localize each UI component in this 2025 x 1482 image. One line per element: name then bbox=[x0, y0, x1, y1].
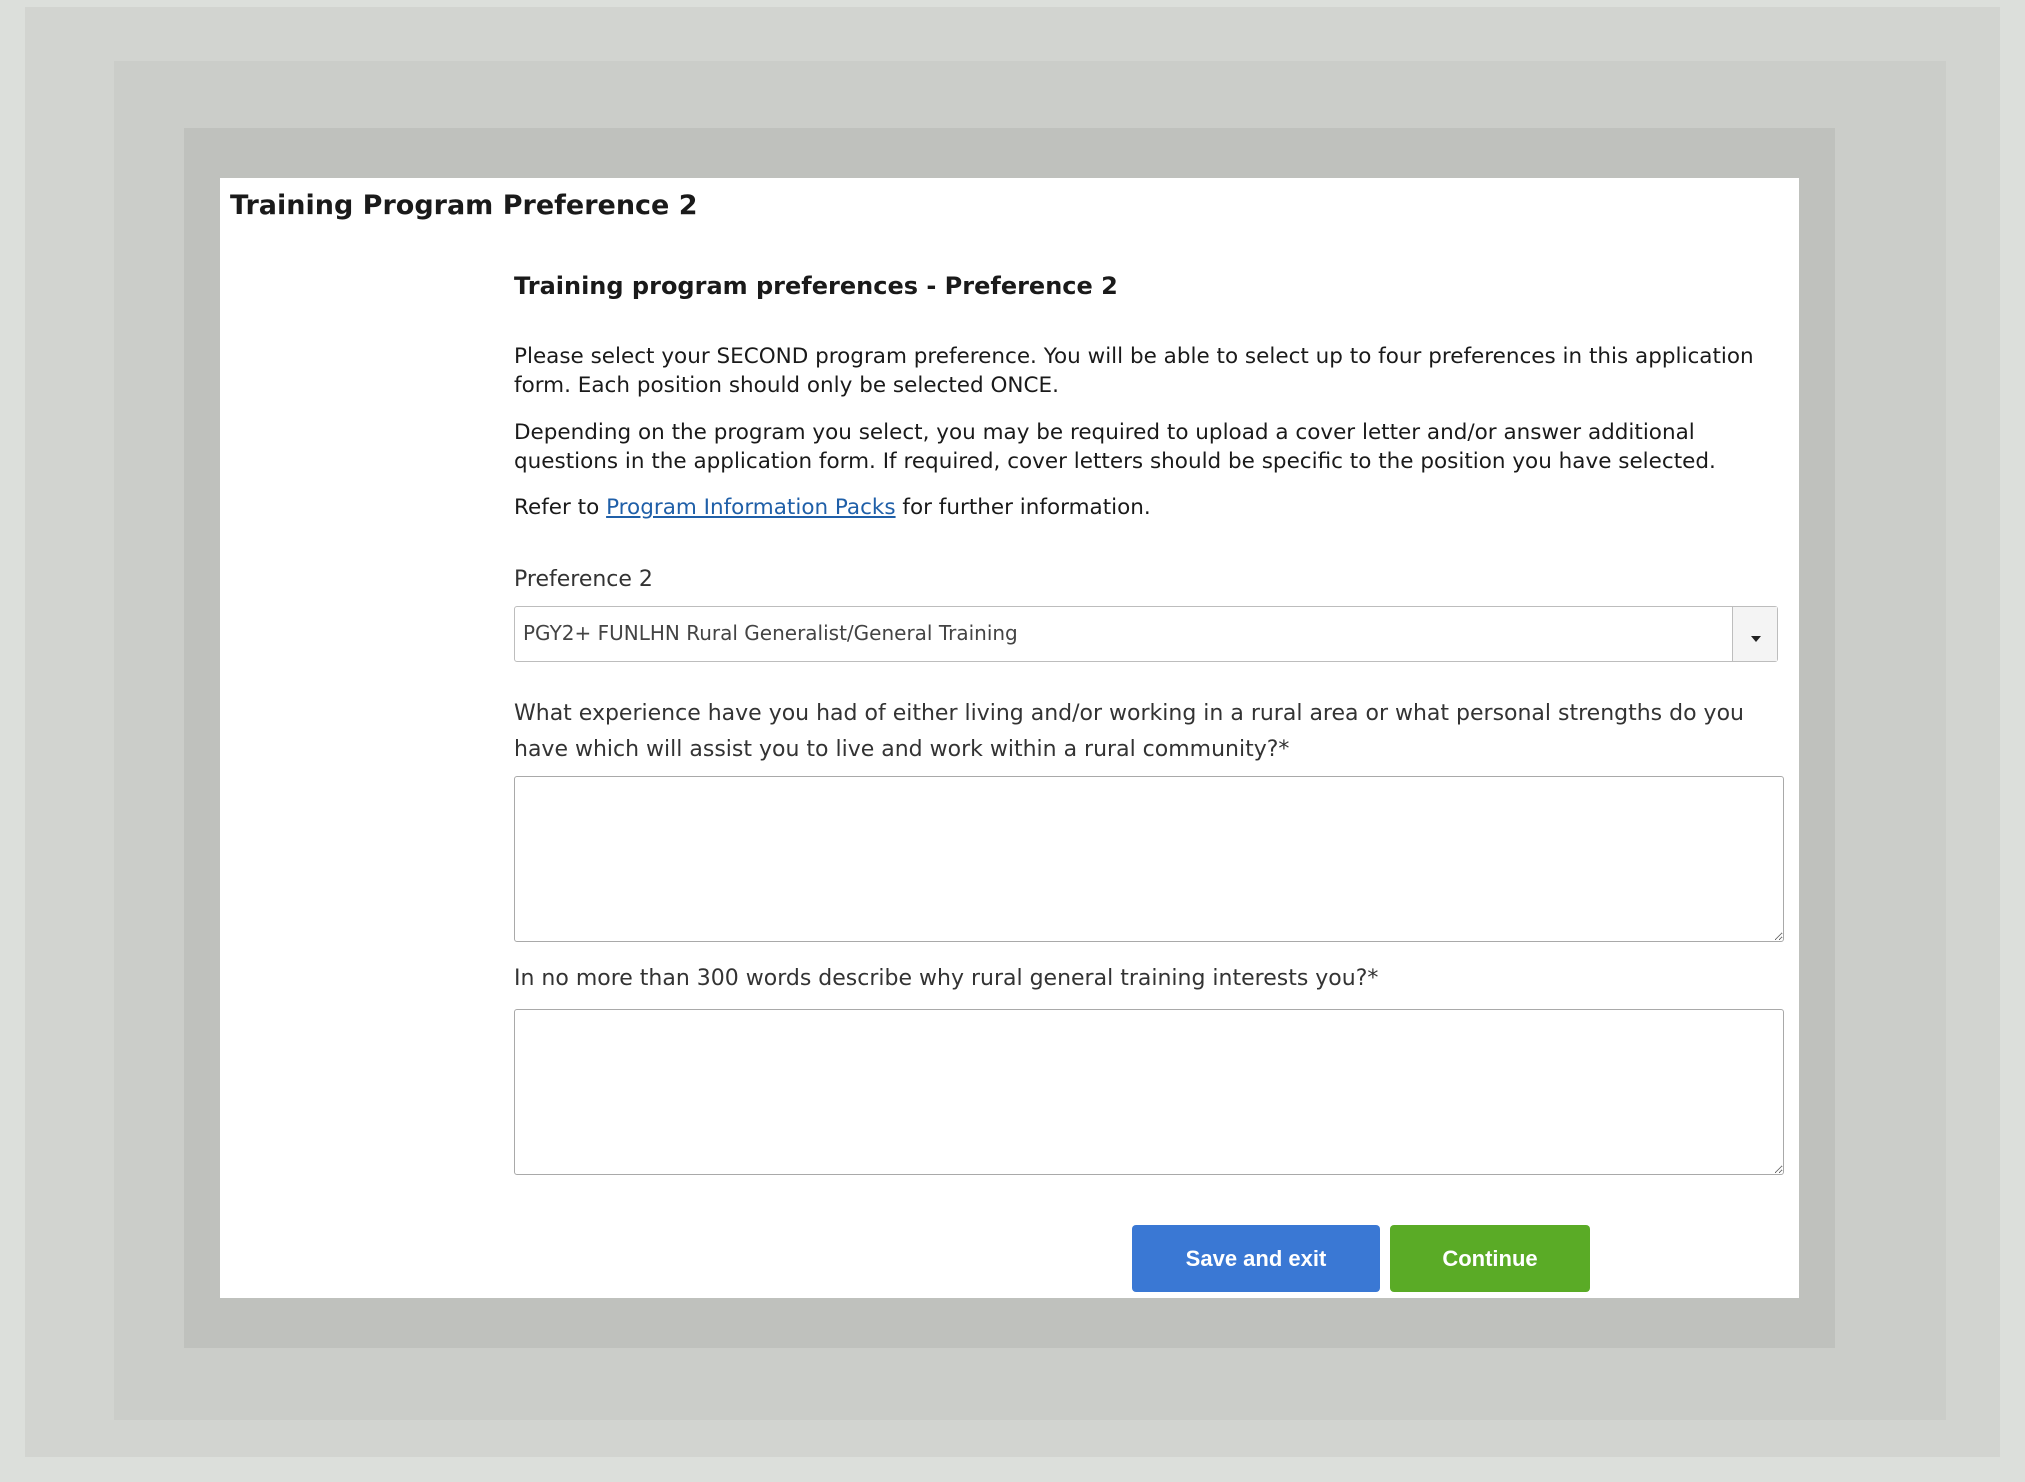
question-2-label: In no more than 300 words describe why r… bbox=[514, 966, 1379, 991]
refer-prefix: Refer to bbox=[514, 495, 607, 520]
chevron-down-icon bbox=[1751, 636, 1761, 642]
dropdown-toggle[interactable] bbox=[1732, 607, 1777, 661]
program-information-packs-link[interactable]: Program Information Packs bbox=[606, 495, 895, 520]
continue-button[interactable]: Continue bbox=[1390, 1225, 1590, 1292]
save-and-exit-button[interactable]: Save and exit bbox=[1132, 1225, 1380, 1292]
refer-paragraph: Refer to Program Information Packs for f… bbox=[514, 493, 1789, 522]
instructions-paragraph-2: Depending on the program you select, you… bbox=[514, 420, 1716, 474]
question-1-label: What experience have you had of either l… bbox=[514, 701, 1744, 762]
page-title: Training Program Preference 2 bbox=[230, 190, 698, 221]
preference-selected-value: PGY2+ FUNLHN Rural Generalist/General Tr… bbox=[523, 621, 1018, 645]
form-page: Training Program Preference 2 Training p… bbox=[220, 178, 1799, 1298]
preference-label: Preference 2 bbox=[514, 567, 653, 592]
question-1-textarea[interactable] bbox=[514, 776, 1784, 942]
preference-select[interactable]: PGY2+ FUNLHN Rural Generalist/General Tr… bbox=[514, 606, 1778, 662]
section-heading: Training program preferences - Preferenc… bbox=[514, 272, 1118, 300]
refer-suffix: for further information. bbox=[895, 495, 1151, 520]
question-2-textarea[interactable] bbox=[514, 1009, 1784, 1175]
instructions-paragraph-1: Please select your SECOND program prefer… bbox=[514, 344, 1754, 398]
